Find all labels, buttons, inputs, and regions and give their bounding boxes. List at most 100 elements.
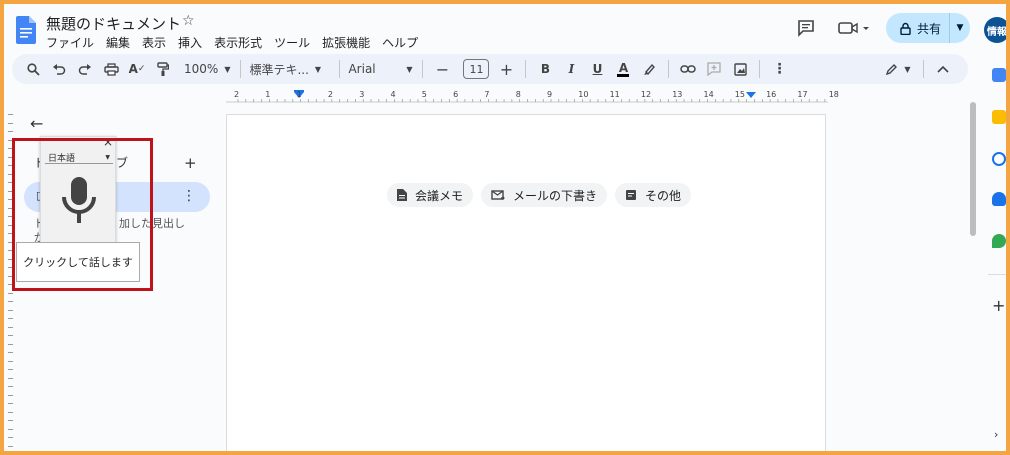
docs-logo-icon[interactable]	[16, 16, 36, 44]
ruler-number: 17	[797, 90, 808, 99]
ruler-number: 9	[547, 90, 553, 99]
chip-more[interactable]: その他	[615, 183, 692, 207]
ruler-number: 16	[766, 90, 777, 99]
ruler-number: 2	[327, 90, 333, 99]
more-vert-icon[interactable]: ⋮	[182, 188, 196, 204]
ruler-number: 7	[484, 90, 490, 99]
underline-icon[interactable]: U	[586, 57, 608, 81]
chip-email-draft[interactable]: メールの下書き	[481, 183, 608, 207]
italic-icon[interactable]: I	[560, 57, 582, 81]
ruler-tick	[8, 411, 13, 413]
ruler-tick	[8, 343, 13, 345]
keep-icon[interactable]	[992, 110, 1006, 124]
contacts-icon[interactable]	[992, 192, 1006, 206]
menu-format[interactable]: 表示形式	[214, 34, 262, 51]
collapse-menus-icon[interactable]	[932, 57, 954, 81]
document-title[interactable]: 無題のドキュメント	[46, 13, 181, 34]
ruler-tick	[8, 386, 13, 387]
font-size-input[interactable]: 11	[463, 59, 490, 79]
bold-icon[interactable]: B	[534, 57, 556, 81]
ruler-tick	[8, 445, 13, 447]
decrease-font-size-icon[interactable]: −	[431, 57, 453, 81]
caret-down-icon: ▼	[406, 64, 413, 74]
ruler-number: 1	[265, 90, 271, 99]
lock-icon	[900, 22, 911, 35]
share-label: 共有	[917, 21, 942, 36]
ruler-number: 6	[453, 90, 459, 99]
font-value: Arial	[348, 62, 376, 76]
highlight-color-icon[interactable]	[638, 57, 660, 81]
ruler-tick	[8, 437, 13, 438]
vertical-scrollbar[interactable]	[970, 102, 976, 236]
ruler-tick	[8, 360, 13, 362]
calendar-icon[interactable]	[992, 68, 1006, 82]
comment-icon[interactable]	[797, 19, 815, 37]
ruler-number: 5	[421, 90, 427, 99]
more-options-icon[interactable]: ⋮	[768, 57, 790, 81]
ruler-tick	[8, 318, 13, 319]
chip-label: 会議メモ	[415, 188, 464, 203]
zoom-select[interactable]: 100% ▼	[184, 62, 230, 76]
ruler-tick	[8, 301, 13, 302]
share-dropdown-icon[interactable]: ▼	[950, 23, 970, 33]
star-icon[interactable]: ☆	[182, 13, 195, 29]
back-arrow-icon[interactable]: ←	[30, 114, 43, 133]
tasks-icon[interactable]	[992, 152, 1006, 166]
side-panel-rail: + ›	[988, 60, 1006, 451]
redo-icon[interactable]	[74, 57, 96, 81]
caret-down-icon: ▼	[224, 64, 231, 74]
meet-icon[interactable]	[837, 20, 869, 36]
menu-edit[interactable]: 編集	[106, 34, 130, 51]
ruler-number: 8	[515, 90, 521, 99]
share-button[interactable]: 共有 ▼	[886, 13, 970, 43]
menu-file[interactable]: ファイル	[46, 34, 94, 51]
toolbar: A ✓ 100% ▼ 標準テキ... ▼ Arial ▼ − 11 + B I U…	[12, 54, 968, 84]
ruler-tick	[8, 369, 13, 370]
text-color-icon[interactable]: A	[612, 57, 634, 81]
menu-help[interactable]: ヘルプ	[382, 34, 418, 51]
chevron-right-icon[interactable]: ›	[994, 428, 998, 441]
spellcheck-icon[interactable]: A ✓	[126, 57, 148, 81]
ruler-tick	[8, 326, 13, 328]
divider	[759, 60, 761, 78]
style-value: 標準テキ...	[249, 62, 309, 77]
maps-icon[interactable]	[992, 234, 1006, 248]
style-select[interactable]: 標準テキ... ▼	[249, 61, 329, 78]
menu-tools[interactable]: ツール	[274, 34, 310, 51]
ruler-tick	[8, 114, 13, 115]
zoom-value: 100%	[184, 62, 219, 76]
menu-insert[interactable]: 挿入	[178, 34, 202, 51]
ruler-tick	[8, 292, 13, 294]
right-indent-marker	[746, 92, 756, 98]
search-menus-icon[interactable]	[22, 57, 44, 81]
undo-icon[interactable]	[48, 57, 70, 81]
ruler-tick	[8, 335, 13, 336]
ruler-number: 18	[828, 90, 839, 99]
horizontal-ruler[interactable]: 2 1 1 2 3 4 5 6 7 8 9 10 11 12 13 14 15 16 17 18	[226, 90, 839, 104]
document-page[interactable]: 会議メモ メールの下書き その他	[226, 114, 826, 451]
divider	[339, 60, 341, 78]
link-icon[interactable]	[677, 57, 699, 81]
font-select[interactable]: Arial ▼	[348, 62, 412, 76]
chip-label: メールの下書き	[513, 188, 598, 203]
editing-mode-icon[interactable]: ▼	[881, 57, 915, 81]
email-draft-icon	[491, 189, 505, 200]
divider	[525, 60, 527, 78]
add-tab-icon[interactable]: +	[184, 154, 197, 172]
divider	[668, 60, 670, 78]
ruler-number: 15	[734, 90, 745, 99]
template-chips: 会議メモ メールの下書き その他	[387, 183, 692, 207]
ruler-number: 14	[703, 90, 714, 99]
insert-image-icon[interactable]	[729, 57, 751, 81]
menu-view[interactable]: 表示	[142, 34, 166, 51]
ruler-number: 12	[640, 90, 652, 99]
add-comment-icon[interactable]	[703, 57, 725, 81]
menu-extensions[interactable]: 拡張機能	[322, 34, 370, 51]
ruler-tick	[8, 420, 13, 421]
print-icon[interactable]	[100, 57, 122, 81]
add-addon-icon[interactable]: +	[992, 296, 1005, 315]
increase-font-size-icon[interactable]: +	[495, 57, 517, 81]
paint-format-icon[interactable]	[152, 57, 174, 81]
chip-meeting-notes[interactable]: 会議メモ	[387, 183, 474, 207]
avatar[interactable]: 情報	[984, 17, 1006, 43]
